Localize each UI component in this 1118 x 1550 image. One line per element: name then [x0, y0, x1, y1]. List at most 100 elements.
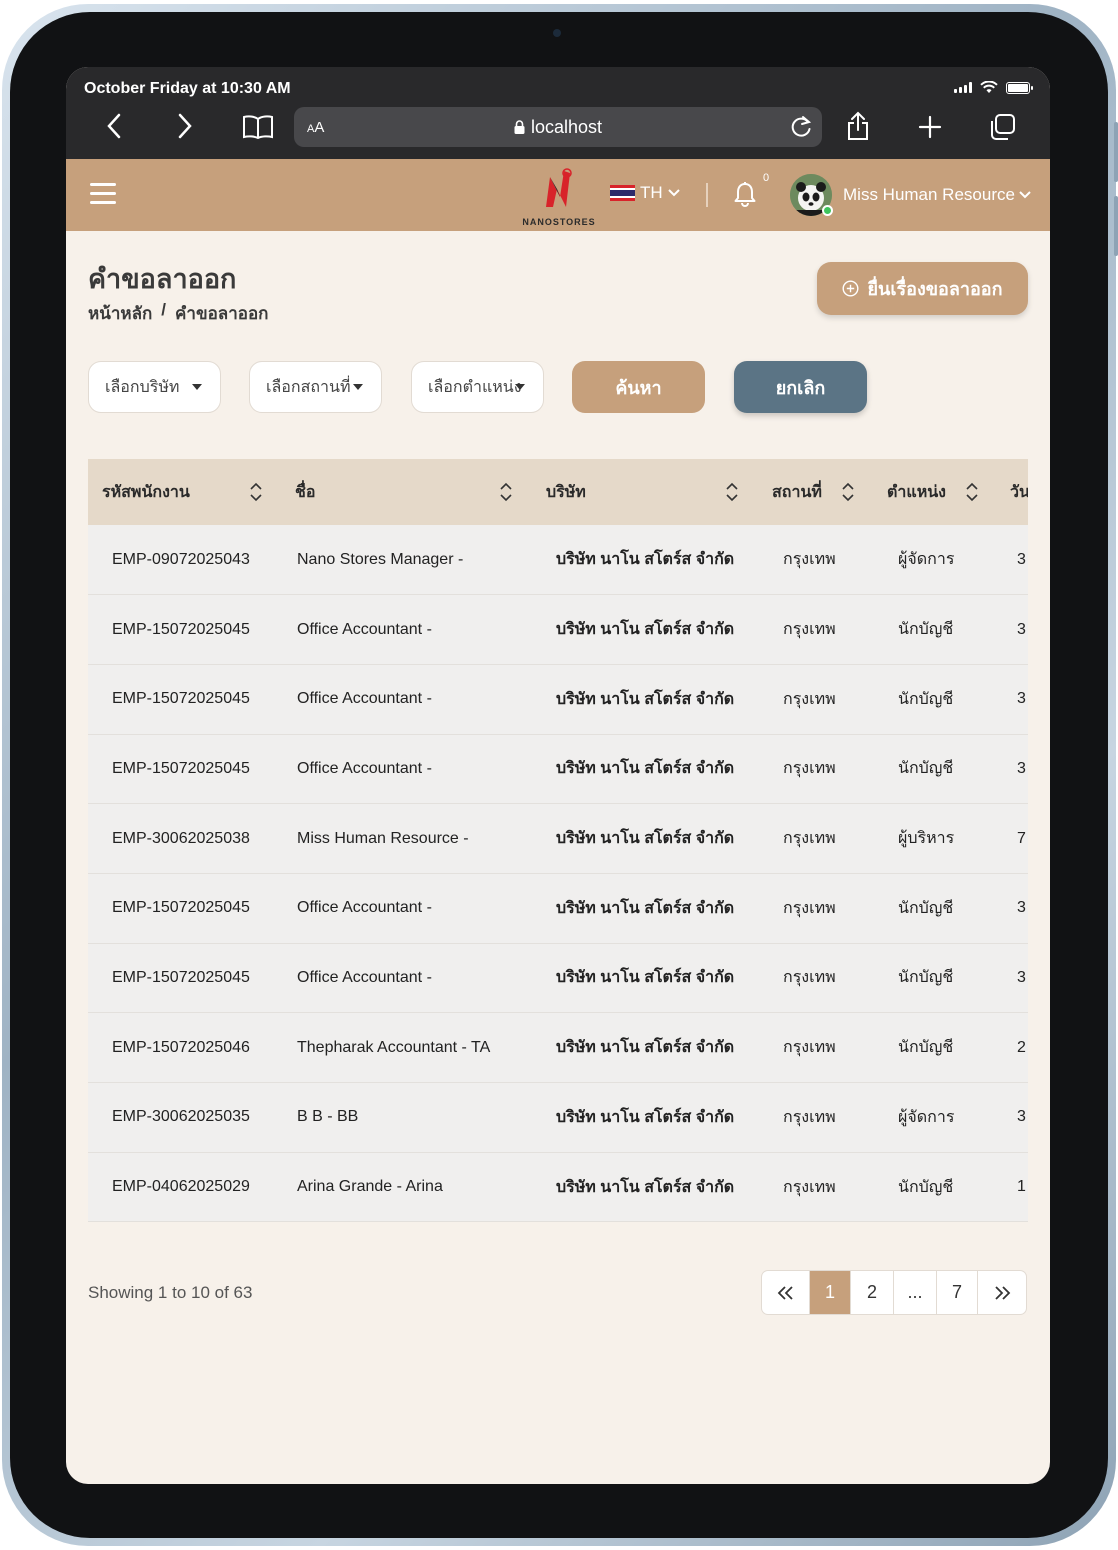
- cell-employee-id: EMP-15072025045: [112, 690, 250, 708]
- column-company[interactable]: บริษัท: [530, 459, 756, 525]
- app-header: NANOSTORES TH 0 Miss Human Resource: [66, 159, 1050, 231]
- new-tab-icon[interactable]: [918, 115, 942, 139]
- cell-company: บริษัท นาโน สโตร์ส จำกัด: [556, 760, 735, 778]
- wifi-icon: [980, 81, 998, 93]
- table-row[interactable]: EMP-15072025045 Office Accountant - บริษัท…: [88, 594, 1028, 665]
- cell-name: Office Accountant -: [297, 759, 432, 777]
- table-row[interactable]: EMP-09072025043 Nano Stores Manager - บริษ…: [88, 525, 1028, 595]
- cell-position: ผู้จัดการ: [898, 1108, 955, 1126]
- position-filter-label: เลือกตำแหน่ง: [428, 378, 522, 396]
- user-menu[interactable]: Miss Human Resource: [843, 185, 1031, 205]
- battery-icon: [1006, 81, 1033, 94]
- logo-mark: [546, 168, 572, 207]
- last-page-button[interactable]: [978, 1271, 1026, 1314]
- cancel-button-label: ยกเลิก: [775, 377, 826, 398]
- table-row[interactable]: EMP-15072025045 Office Accountant - บริษัท…: [88, 873, 1028, 944]
- language-selector[interactable]: TH: [610, 183, 680, 203]
- page-button[interactable]: 2: [851, 1271, 894, 1314]
- tabs-overview-icon[interactable]: [988, 113, 1016, 141]
- column-name[interactable]: ชื่อ: [280, 459, 530, 525]
- page-title: คำขอลาออก: [88, 264, 237, 294]
- cell-location: กรุงเทพ: [783, 969, 836, 987]
- bookmarks-icon[interactable]: [242, 115, 274, 139]
- cell-employee-id: EMP-04062025029: [112, 1178, 250, 1196]
- table-row[interactable]: EMP-04062025029 Arina Grande - Arina บริษั…: [88, 1152, 1028, 1222]
- forward-icon[interactable]: [177, 113, 193, 139]
- cell-employee-id: EMP-15072025045: [112, 899, 250, 917]
- submit-resignation-button[interactable]: ยื่นเรื่องขอลาออก: [817, 262, 1028, 315]
- page-button[interactable]: 7: [937, 1271, 978, 1314]
- location-filter[interactable]: เลือกสถานที่: [249, 361, 382, 413]
- cell-location: กรุงเทพ: [783, 551, 836, 569]
- cell-position: นักบัญชี: [898, 621, 954, 639]
- cell-position: นักบัญชี: [898, 899, 954, 917]
- back-icon[interactable]: [106, 113, 122, 139]
- breadcrumb-current: คำขอลาออก: [175, 304, 269, 323]
- breadcrumb-separator: /: [161, 300, 167, 319]
- cell-location: กรุงเทพ: [783, 690, 836, 708]
- cell-employee-id: EMP-15072025045: [112, 968, 250, 986]
- cell-company: บริษัท นาโน สโตร์ส จำกัด: [556, 1108, 735, 1126]
- table-row[interactable]: EMP-15072025045 Office Accountant - บริษัท…: [88, 734, 1028, 804]
- column-location[interactable]: สถานที่: [756, 459, 872, 525]
- cell-company: บริษัท นาโน สโตร์ส จำกัด: [556, 690, 735, 708]
- chevron-down-icon: [1019, 191, 1031, 199]
- power-button: [1114, 196, 1118, 256]
- plus-circle-icon: [842, 280, 859, 297]
- caret-down-icon: [192, 384, 202, 390]
- cell-location: กรุงเทพ: [783, 1108, 836, 1126]
- cell-employee-id: EMP-15072025045: [112, 759, 250, 777]
- cell-date: 3: [1017, 690, 1026, 708]
- bell-icon[interactable]: [734, 181, 756, 207]
- cell-name: Office Accountant -: [297, 620, 432, 638]
- cell-position: นักบัญชี: [898, 760, 954, 778]
- address-bar[interactable]: AA localhost: [294, 107, 822, 147]
- cell-location: กรุงเทพ: [783, 621, 836, 639]
- column-label: ชื่อ: [295, 483, 316, 501]
- cell-employee-id: EMP-30062025035: [112, 1108, 250, 1126]
- cell-employee-id: EMP-15072025046: [112, 1038, 250, 1056]
- status-time: October Friday at 10:30 AM: [84, 80, 291, 97]
- user-name: Miss Human Resource: [843, 185, 1015, 204]
- page-button[interactable]: 1: [810, 1271, 851, 1314]
- online-status-dot: [822, 205, 833, 216]
- table-row[interactable]: EMP-15072025046 Thepharak Accountant - TA…: [88, 1012, 1028, 1083]
- language-code: TH: [640, 183, 663, 202]
- column-label: บริษัท: [546, 483, 586, 501]
- cell-name: Office Accountant -: [297, 968, 432, 986]
- column-position[interactable]: ตำแหน่ง: [872, 459, 996, 525]
- screen: October Friday at 10:30 AM AA localhost …: [66, 67, 1050, 1484]
- cell-name: Miss Human Resource -: [297, 829, 469, 847]
- menu-icon[interactable]: [90, 183, 116, 210]
- column-label: ตำแหน่ง: [887, 483, 946, 501]
- cell-position: ผู้บริหาร: [898, 830, 955, 848]
- sort-icon: [966, 482, 978, 502]
- nanostores-logo[interactable]: NANOSTORES: [512, 165, 606, 227]
- first-page-button[interactable]: [762, 1271, 810, 1314]
- breadcrumb-home[interactable]: หน้าหลัก: [88, 300, 152, 327]
- cell-employee-id: EMP-30062025038: [112, 829, 250, 847]
- reload-icon[interactable]: [788, 113, 814, 141]
- volume-button: [1114, 122, 1118, 182]
- column-date[interactable]: วัน: [996, 459, 1028, 525]
- lock-icon: [514, 120, 525, 134]
- table-body: EMP-09072025043 Nano Stores Manager - บริษ…: [88, 525, 1028, 1222]
- cell-date: 3: [1017, 620, 1026, 638]
- submit-resignation-label: ยื่นเรื่องขอลาออก: [867, 279, 1003, 299]
- position-filter[interactable]: เลือกตำแหน่ง: [411, 361, 544, 413]
- table-row[interactable]: EMP-30062025038 Miss Human Resource - บริษ…: [88, 803, 1028, 874]
- column-employee-id[interactable]: รหัสพนักงาน: [88, 459, 280, 525]
- company-filter[interactable]: เลือกบริษัท: [88, 361, 221, 413]
- url-host: localhost: [294, 117, 822, 138]
- share-icon[interactable]: [846, 111, 870, 141]
- search-button[interactable]: ค้นหา: [572, 361, 705, 413]
- front-camera: [553, 29, 561, 37]
- table-row[interactable]: EMP-15072025045 Office Accountant - บริษัท…: [88, 664, 1028, 735]
- breadcrumb: หน้าหลัก / คำขอลาออก: [88, 300, 268, 327]
- table-row[interactable]: EMP-15072025045 Office Accountant - บริษัท…: [88, 943, 1028, 1013]
- cancel-button[interactable]: ยกเลิก: [734, 361, 867, 413]
- column-label: สถานที่: [772, 483, 822, 501]
- cell-position: นักบัญชี: [898, 690, 954, 708]
- table-row[interactable]: EMP-30062025035 B B - BB บริษัท นาโน สโตร์…: [88, 1082, 1028, 1153]
- cell-name: Nano Stores Manager -: [297, 550, 464, 568]
